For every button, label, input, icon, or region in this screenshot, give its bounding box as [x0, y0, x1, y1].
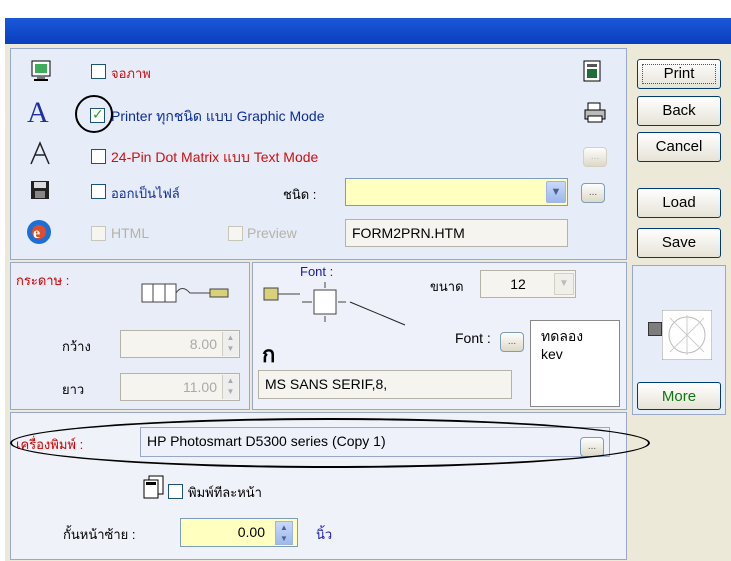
paper-height-spin[interactable]: ▲ ▼	[222, 375, 238, 399]
html-checkbox[interactable]	[91, 226, 106, 241]
highlight-circle	[75, 95, 113, 133]
print-page-by-page-label: พิมพ์ทีละหน้า	[188, 485, 262, 500]
size-dropdown-chevron-icon[interactable]: ▼	[554, 273, 574, 295]
pen-icon	[263, 287, 300, 301]
title-bar	[5, 18, 731, 44]
paper-height-label: ยาว	[62, 382, 85, 397]
file-output-checkbox[interactable]	[91, 184, 106, 199]
size-label: ขนาด	[430, 279, 464, 294]
margin-unit-label: นิ้ว	[316, 527, 333, 542]
pages-icon	[143, 475, 164, 499]
dotmatrix-browse-button[interactable]: ...	[583, 147, 607, 167]
floppy-disk-icon	[31, 181, 49, 199]
more-button[interactable]: More	[637, 382, 721, 410]
preview-checkbox[interactable]	[228, 226, 243, 241]
font-size-diagram-icon	[302, 282, 406, 326]
preview-label: Preview	[247, 225, 297, 241]
filename-field[interactable]: FORM2PRN.HTM	[345, 219, 568, 247]
thai-font-icon: ก	[262, 342, 276, 367]
print-page-by-page-checkbox[interactable]	[168, 484, 183, 499]
paper-roll-icon	[141, 283, 229, 303]
watermark-image-icon[interactable]	[662, 310, 712, 360]
font-a-icon: A	[27, 96, 49, 129]
internet-explorer-icon: e	[27, 220, 51, 244]
font-heading: Font :	[300, 264, 334, 279]
font-preview-box: ทดลอง kev	[530, 320, 620, 407]
dotmatrix-label: 24-Pin Dot Matrix แบบ Text Mode	[111, 149, 319, 165]
svg-text:e: e	[33, 225, 40, 242]
paper-width-label: กว้าง	[62, 339, 91, 354]
dotmatrix-checkbox[interactable]	[91, 149, 106, 164]
font-name-field[interactable]: MS SANS SERIF,8,	[258, 370, 512, 399]
type-label: ชนิด :	[283, 187, 317, 202]
back-button[interactable]: Back	[637, 96, 721, 126]
left-margin-spin[interactable]: ▲ ▼	[275, 521, 293, 545]
font-browse-button[interactable]: ...	[500, 332, 524, 352]
paper-label: กระดาษ :	[16, 273, 70, 288]
save-button[interactable]: Save	[637, 228, 721, 258]
load-button[interactable]: Load	[637, 188, 721, 218]
print-button[interactable]: Print	[637, 59, 721, 89]
font-button-label: Font :	[455, 330, 491, 346]
chevron-down-icon[interactable]: ▼	[546, 181, 566, 203]
printer-icon[interactable]	[584, 102, 606, 124]
type-select[interactable]	[345, 178, 568, 206]
screen-checkbox[interactable]	[91, 64, 106, 79]
printer-graphic-label: Printer ทุกชนิด แบบ Graphic Mode	[111, 108, 325, 124]
screen-label: จอภาพ	[111, 66, 151, 81]
outline-a-icon	[30, 141, 50, 165]
html-label: HTML	[111, 225, 150, 241]
highlight-ellipse	[10, 418, 650, 468]
paper-width-spin[interactable]: ▲ ▼	[222, 332, 238, 356]
left-margin-label: กั้นหน้าซ้าย :	[63, 527, 136, 542]
cancel-button[interactable]: Cancel	[637, 132, 721, 162]
monitor-icon	[31, 60, 51, 81]
page-setup-icon[interactable]	[582, 60, 604, 84]
color-swatch[interactable]	[648, 322, 662, 336]
type-browse-button[interactable]: ...	[581, 183, 605, 203]
file-output-label: ออกเป็นไฟล์	[111, 186, 180, 201]
